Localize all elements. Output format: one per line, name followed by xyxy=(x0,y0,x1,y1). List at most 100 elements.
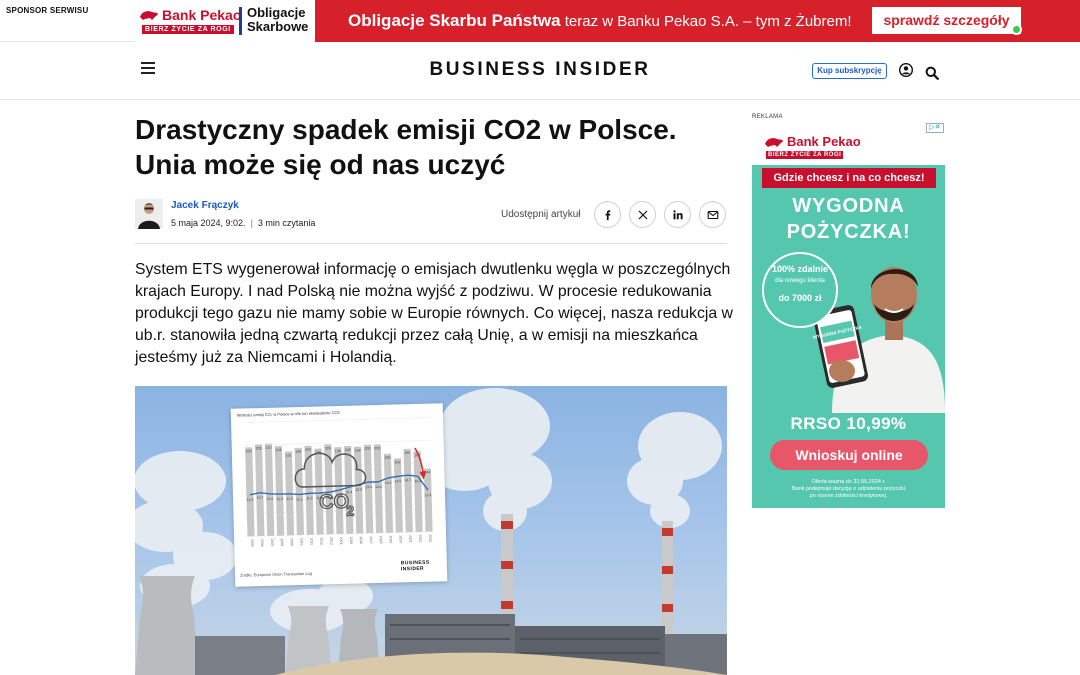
sponsor-headline: Obligacje Skarbu Państwa teraz w Banku P… xyxy=(348,11,852,31)
side-ad[interactable]: Bank Pekao BIERZ ŻYCIE ZA ROGI ▷✕ Gdzie … xyxy=(752,123,945,508)
subscribe-button[interactable]: Kup subskrypcję xyxy=(812,63,887,79)
co2-subscript: 2 xyxy=(346,503,354,519)
chart-category-label: 2007 xyxy=(270,539,274,547)
ad-headline-line-1: WYGODNA xyxy=(792,195,905,217)
ad-offer-circle: 100% zdalnie dla nowego klienta do 7000 … xyxy=(762,252,838,328)
chart-line-label: 13.4 xyxy=(375,485,382,489)
article-meta: 5 maja 2024, 9:02. | 3 min czytania xyxy=(171,218,315,228)
article-lead: System ETS wygenerował informację o emis… xyxy=(135,261,733,366)
chart-category-label: 2006 xyxy=(260,539,264,547)
search-icon[interactable] xyxy=(925,66,939,80)
chart-bar-label: 204 xyxy=(275,448,281,452)
ad-fine-line-3: po ocenie zdolności kredytowej. xyxy=(809,493,888,499)
chart-bar-label: 210 xyxy=(265,446,271,450)
product-line-2: Skarbowe xyxy=(247,19,309,34)
chart-category-label: 2016 xyxy=(359,536,363,544)
site-logo[interactable]: BUSINESS INSIDER xyxy=(0,59,1080,81)
ad-rrso: RRSO 10,99% xyxy=(790,414,907,433)
product-name: Obligacje Skarbowe xyxy=(247,6,308,34)
ad-circle-line-3: do 7000 zł xyxy=(778,293,822,303)
chart-category-label: 2023 xyxy=(428,535,432,543)
chart-line-label: 14.5 xyxy=(395,479,402,483)
chart-category-label: 2020 xyxy=(398,535,402,543)
hero-image[interactable]: Wartości emisji CO₂ w Polsce w mln ton e… xyxy=(135,386,727,675)
chart-bar-label: 209 xyxy=(256,446,262,450)
chart-bar-label: 202 xyxy=(374,446,380,450)
chart-line-label: 14.4 xyxy=(414,479,421,483)
chart-bar-label: 203 xyxy=(305,448,311,452)
ad-tagline: Gdzie chcesz i na co chcesz! xyxy=(762,168,936,188)
co2-symbol: CO xyxy=(319,491,350,514)
chart-line-label: 14.7 xyxy=(405,478,412,482)
chart-gridline xyxy=(243,417,432,423)
chart-bar-label: 191 xyxy=(285,453,291,457)
chart-line-label: 13.4 xyxy=(365,485,372,489)
chart-bar xyxy=(294,447,305,536)
read-time: 3 min czytania xyxy=(257,218,316,228)
bison-logo-icon xyxy=(765,138,783,147)
sponsor-headline-rest: teraz w Banku Pekao S.A. – tym z Żubrem! xyxy=(560,13,852,30)
ad-cta-button[interactable]: Wnioskuj online xyxy=(770,440,928,470)
chart-bar xyxy=(304,445,314,535)
chart-bar xyxy=(393,458,403,533)
chart-bar-label: 205 xyxy=(325,446,331,450)
sponsor-bar: SPONSOR SERWISU Bank Pekao BIERZ ŻYCIE Z… xyxy=(0,0,1080,42)
ad-choices-icon[interactable]: ▷✕ xyxy=(926,123,944,133)
sponsor-cta-button[interactable]: sprawdź szczegóły xyxy=(872,7,1021,34)
author-name-link[interactable]: Jacek Frączyk xyxy=(171,200,239,211)
chart-bar xyxy=(274,446,285,536)
chart-line-label: 11.3 xyxy=(276,497,283,501)
co2-chart: Wartości emisji CO₂ w Polsce w mln ton e… xyxy=(230,403,448,587)
chart-bar xyxy=(264,443,275,536)
bank-tagline: BIERZ ŻYCIE ZA ROGI xyxy=(142,25,234,34)
share-email-button[interactable] xyxy=(699,201,726,228)
ad-fine-line-2: Bank podejmuje decyzję o udzieleniu poży… xyxy=(791,486,906,492)
chart-brand: BUSINESS INSIDER xyxy=(401,560,430,573)
article-headline: Drastyczny spadek emisji CO2 w Polsce. U… xyxy=(135,114,677,180)
chart-bar xyxy=(403,448,413,533)
chart-line-label: 11.3 xyxy=(286,497,293,501)
author-photo-icon xyxy=(135,199,163,229)
chart-category-label: 2010 xyxy=(300,538,304,546)
page: SPONSOR SERWISU Bank Pekao BIERZ ŻYCIE Z… xyxy=(0,0,1080,675)
sponsor-headline-bold: Obligacje Skarbu Państwa xyxy=(348,11,561,30)
chart-bar-label: 200 xyxy=(345,448,351,452)
facebook-icon xyxy=(605,210,611,220)
share-linkedin-button[interactable] xyxy=(664,201,691,228)
product-line-1: Obligacje xyxy=(247,5,306,20)
sponsor-logos: Bank Pekao BIERZ ŻYCIE ZA ROGI Obligacje… xyxy=(135,0,315,42)
chart-category-label: 2017 xyxy=(369,536,373,544)
meta-separator: | xyxy=(250,218,253,228)
chart-line-label: 11.3 xyxy=(247,498,254,502)
chart-category-label: 2011 xyxy=(309,538,313,546)
share-x-button[interactable] xyxy=(629,201,656,228)
chart-category-label: 2015 xyxy=(349,537,353,545)
chart-category-label: 2022 xyxy=(418,535,422,543)
email-icon xyxy=(707,210,719,220)
ad-circle-line-1: 100% zdalnie xyxy=(771,264,829,274)
chart-category-label: 2014 xyxy=(339,537,343,545)
ad-circle-line-2: dla nowego klienta xyxy=(775,278,825,284)
chart-category-label: 2021 xyxy=(408,535,412,543)
status-dot-icon xyxy=(1011,24,1022,35)
sponsor-banner[interactable]: Bank Pekao BIERZ ŻYCIE ZA ROGI Obligacje… xyxy=(135,0,1080,42)
site-header: BUSINESS INSIDER Kup subskrypcję xyxy=(0,42,1080,100)
user-icon[interactable] xyxy=(899,63,913,77)
ad-bank-tagline: BIERZ ŻYCIE ZA ROGI xyxy=(766,151,844,159)
article-date: 5 maja 2024, 9:02. xyxy=(171,218,246,228)
share-facebook-button[interactable] xyxy=(594,201,621,228)
chart-bar xyxy=(254,444,265,537)
chart-bar xyxy=(423,468,433,532)
chart-category-label: 2005 xyxy=(250,539,254,547)
chart-line-label: 14.2 xyxy=(385,481,392,485)
bison-logo-icon xyxy=(140,11,158,20)
article-divider xyxy=(135,243,727,244)
author-avatar[interactable] xyxy=(135,199,163,229)
chart-bar-label: 169 xyxy=(394,460,400,464)
chart-bar-label: 198 xyxy=(335,449,341,453)
chart-brand-line-2: INSIDER xyxy=(400,565,425,573)
chart-bar-label: 203 xyxy=(246,449,252,453)
chart-line-label: 11.7 xyxy=(257,496,264,500)
chart-bar-label: 199 xyxy=(295,450,301,454)
chart-bar-label: 190 xyxy=(404,451,410,455)
